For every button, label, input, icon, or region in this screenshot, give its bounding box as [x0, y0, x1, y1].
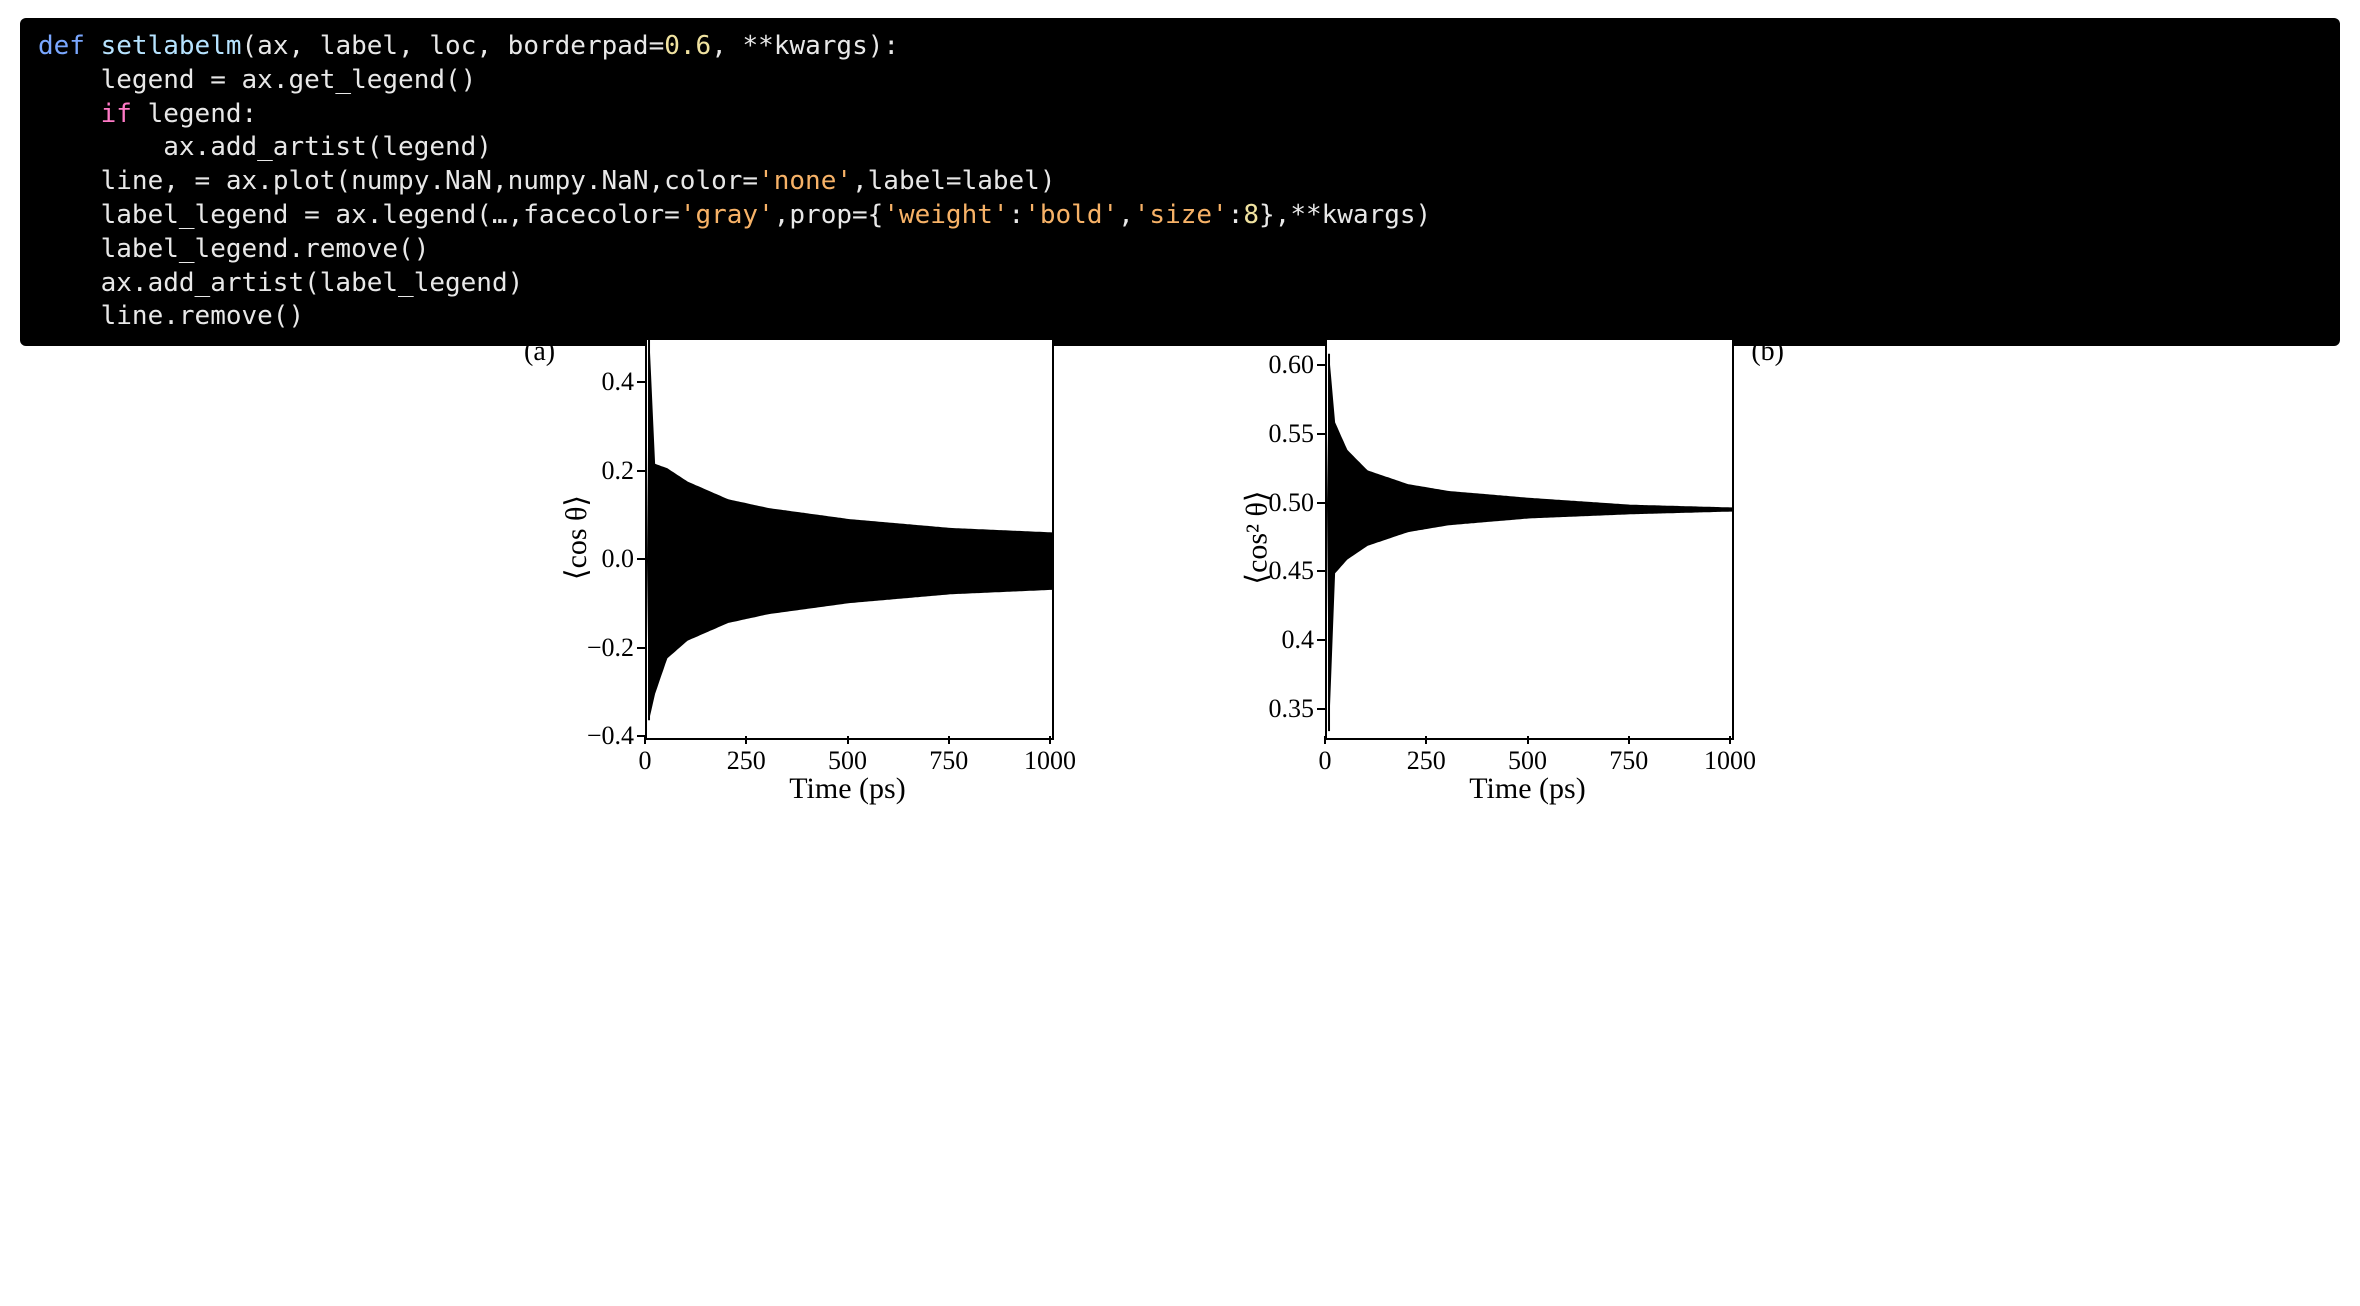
param-borderpad: borderpad: [508, 31, 649, 61]
plot-a: [645, 338, 1054, 740]
str-weight: 'weight': [883, 200, 1008, 230]
envelope-fill: [1327, 354, 1732, 731]
ytick-label: −0.2: [587, 633, 634, 663]
comma2: ,: [1118, 200, 1134, 230]
xtick-mark: [1527, 736, 1529, 744]
num-0-6: 0.6: [664, 31, 711, 61]
num-8: 8: [1243, 200, 1259, 230]
line5b: = ax.plot(numpy.NaN,numpy.NaN,color=: [195, 166, 759, 196]
xtick-mark: [745, 736, 747, 744]
param-ax: ax: [257, 31, 288, 61]
plot-b-svg: [1327, 340, 1732, 738]
line4: ax.add_artist(legend): [163, 132, 492, 162]
ytick-mark: [637, 470, 645, 472]
param-kwargs: kwargs: [774, 31, 868, 61]
line9: line.remove(): [101, 301, 305, 331]
line6g: },: [1259, 200, 1290, 230]
xtick-mark: [1324, 736, 1326, 744]
ytick-mark: [1317, 708, 1325, 710]
ytick-mark: [1317, 364, 1325, 366]
ytick-mark: [637, 558, 645, 560]
str-bold: 'bold': [1024, 200, 1118, 230]
ytick-label: 0.4: [1282, 625, 1315, 655]
kw-if: if: [101, 99, 132, 129]
colon1: :: [1009, 200, 1025, 230]
page-root: def setlabelm(ax, label, loc, borderpad=…: [0, 0, 2360, 1306]
starstar2: **: [1290, 200, 1321, 230]
ytick-mark: [1317, 433, 1325, 435]
comma: ,: [398, 31, 429, 61]
line6i: kwargs): [1322, 200, 1432, 230]
xtick-mark: [1049, 736, 1051, 744]
ytick-mark: [637, 381, 645, 383]
eq: =: [649, 31, 665, 61]
ytick-label: 0.35: [1269, 694, 1315, 724]
str-size: 'size': [1134, 200, 1228, 230]
line2b: = ax.get_legend(): [210, 65, 476, 95]
yticks-b: 0.35 0.4 0.45 0.50 0.55 0.60: [1240, 338, 1322, 736]
panel-label-a: (a): [524, 336, 555, 368]
ytick-mark: [1317, 639, 1325, 641]
ytick-label: 0.4: [602, 367, 635, 397]
xlabel-b: Time (ps): [1325, 772, 1730, 806]
line6a: label_legend: [101, 200, 305, 230]
kw-def: def: [38, 31, 85, 61]
line5a: line,: [101, 166, 195, 196]
comma: ,: [288, 31, 319, 61]
ytick-label: 0.45: [1269, 556, 1315, 586]
ytick-label: 0.55: [1269, 419, 1315, 449]
yticks-a: −0.4−0.20.00.20.4: [560, 338, 642, 736]
line2a: legend: [101, 65, 211, 95]
xtick-mark: [847, 736, 849, 744]
ytick-label: 0.50: [1269, 488, 1315, 518]
line6b: = ax.legend(…,facecolor=: [304, 200, 680, 230]
xtick-mark: [1425, 736, 1427, 744]
ytick-label: 0.0: [602, 544, 635, 574]
plot-a-svg: [647, 340, 1052, 738]
charts-row: (a) ⟨cos θ⟩ −0.4−0.20.00.20.4 0250500750…: [0, 328, 2360, 868]
line7: label_legend.remove(): [101, 234, 430, 264]
line5c: ,label=label): [852, 166, 1056, 196]
xlabel-a: Time (ps): [645, 772, 1050, 806]
ytick-label: −0.4: [587, 721, 634, 751]
line6c: ,prop={: [774, 200, 884, 230]
str-none: 'none': [758, 166, 852, 196]
colon2: :: [1228, 200, 1244, 230]
chart-a: (a) ⟨cos θ⟩ −0.4−0.20.00.20.4 0250500750…: [560, 328, 1120, 806]
ytick-mark: [1317, 570, 1325, 572]
code-block: def setlabelm(ax, label, loc, borderpad=…: [20, 18, 2340, 346]
plot-b: [1325, 338, 1734, 740]
ytick-label: 0.60: [1269, 350, 1315, 380]
xtick-mark: [644, 736, 646, 744]
ytick-label: 0.2: [602, 456, 635, 486]
envelope-fill: [647, 340, 1052, 720]
comma: ,: [476, 31, 507, 61]
sig-close: ):: [868, 31, 899, 61]
param-label: label: [320, 31, 398, 61]
line3: legend:: [132, 99, 257, 129]
sig-open: (: [242, 31, 258, 61]
xtick-mark: [948, 736, 950, 744]
ytick-mark: [637, 647, 645, 649]
line8: ax.add_artist(label_legend): [101, 268, 524, 298]
xtick-mark: [1729, 736, 1731, 744]
chart-b: (b) ⟨cos² θ⟩ 0.350.40.450.500.550.60 025…: [1240, 328, 1800, 806]
xtick-mark: [1628, 736, 1630, 744]
panel-label-b: (b): [1751, 336, 1784, 368]
str-gray: 'gray': [680, 200, 774, 230]
comma: ,: [711, 31, 742, 61]
param-loc: loc: [429, 31, 476, 61]
ytick-mark: [1317, 502, 1325, 504]
starstar: **: [743, 31, 774, 61]
fn-name: setlabelm: [101, 31, 242, 61]
